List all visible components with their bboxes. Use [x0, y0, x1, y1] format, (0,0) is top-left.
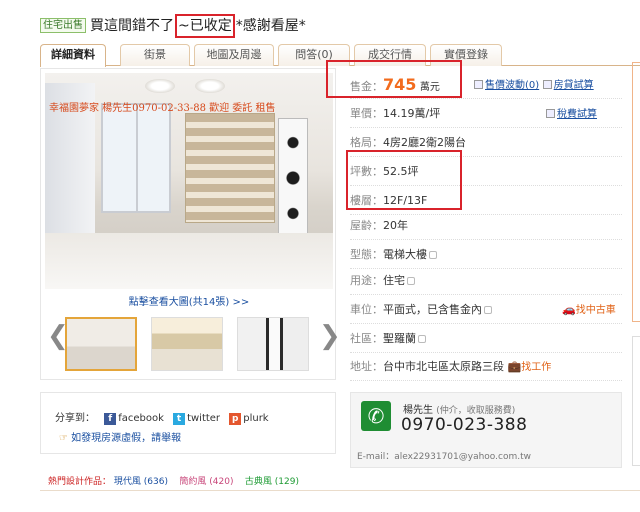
view-large-photos-link[interactable]: 點擊查看大圖(共14張) >> — [41, 293, 337, 308]
tab-map[interactable]: 地圖及周邊 — [194, 44, 274, 66]
main-photo[interactable]: 幸福園夢家 楊先生0970-02-33-88 歡迎 委託 租售 — [45, 73, 333, 289]
plurk-icon: p — [229, 413, 242, 425]
phone-icon: ✆ — [361, 401, 391, 431]
hot-designs-label: 熱門設計作品： — [48, 477, 112, 487]
hot-design-link[interactable]: 簡約風 (420) — [179, 477, 233, 487]
photo-screen — [278, 118, 308, 238]
share-panel: 分享到： f facebook t twitter p plurk ☞ 如發現房源虛假… — [40, 392, 336, 454]
price-highlight-box — [326, 60, 462, 98]
agent-phone[interactable]: 0970-023-388 — [401, 415, 527, 435]
usage-value: 住宅 — [383, 274, 405, 287]
layout-label: 格局： — [350, 136, 383, 149]
usage-label: 用途： — [350, 274, 383, 287]
listing-type-badge: 住宅出售 — [40, 18, 86, 33]
parking-label: 車位： — [350, 303, 383, 316]
unit-price-label: 單價： — [350, 107, 383, 120]
hot-design-link[interactable]: 現代風 (636) — [114, 477, 168, 487]
area-floor-highlight-box — [346, 150, 462, 210]
calculator-icon — [546, 109, 555, 118]
help-icon[interactable] — [429, 251, 437, 259]
report-link-label: 如發現房源虛假，請舉報 — [71, 433, 182, 444]
photo-panel: 幸福園夢家 楊先生0970-02-33-88 歡迎 委託 租售 點擊查看大圖(共… — [40, 68, 341, 380]
tab-street-view[interactable]: 街景 — [120, 44, 190, 66]
share-plurk-link[interactable]: plurk — [243, 413, 268, 424]
type-value: 電梯大樓 — [383, 248, 427, 261]
layout-value: 4房2廳2衛2陽台 — [383, 136, 466, 149]
next-arrow-icon[interactable]: ❯ — [319, 321, 341, 351]
briefcase-icon: 💼 — [507, 360, 522, 373]
thumbnail[interactable] — [65, 317, 137, 371]
price-history-link[interactable]: 售價波動(0) — [485, 80, 539, 91]
help-icon[interactable] — [418, 335, 426, 343]
age-label: 屋齡： — [350, 219, 383, 232]
hot-designs: 熱門設計作品： 現代風 (636) 簡約風 (420) 古典風 (129) — [48, 474, 299, 487]
type-label: 型態： — [350, 248, 383, 261]
address-value: 台中市北屯區太原路三段 — [383, 360, 504, 373]
twitter-icon: t — [173, 413, 186, 425]
photo-watermark: 幸福園夢家 楊先生0970-02-33-88 歡迎 委託 租售 — [49, 103, 276, 114]
age-value: 20年 — [383, 219, 408, 232]
contact-panel: ✆ 楊先生 (仲介，收取服務費) 0970-023-388 E-mail：ale… — [350, 392, 622, 468]
share-twitter-link[interactable]: twitter — [187, 413, 220, 424]
divider — [40, 490, 640, 491]
mortgage-calc-link[interactable]: 房貸試算 — [554, 80, 594, 91]
help-icon[interactable] — [407, 277, 415, 285]
parking-row: 車位：平面式，已含售金內 🚗找中古車 — [350, 295, 622, 324]
address-row: 地址：台中市北屯區太原路三段 💼找工作 — [350, 352, 622, 381]
thumbnail[interactable] — [151, 317, 223, 371]
parking-value: 平面式，已含售金內 — [383, 303, 482, 316]
photo-window — [101, 103, 171, 213]
unit-price-row: 單價：14.19萬/坪 稅費試算 — [350, 99, 622, 128]
tax-calc-link[interactable]: 稅費試算 — [557, 109, 597, 120]
address-label: 地址： — [350, 360, 383, 373]
find-used-car-link[interactable]: 找中古車 — [576, 305, 616, 316]
usage-row: 用途：住宅 — [350, 266, 622, 295]
chart-icon — [474, 80, 483, 89]
title-part-1: 買這間錯不了 — [90, 18, 174, 34]
find-job-link[interactable]: 找工作 — [521, 362, 551, 373]
share-label: 分享到： — [55, 413, 95, 424]
type-row: 型態：電梯大樓 — [350, 240, 622, 269]
community-label: 社區： — [350, 332, 383, 345]
community-value: 聖羅蘭 — [383, 332, 416, 345]
hot-design-link[interactable]: 古典風 (129) — [245, 477, 299, 487]
title-part-2: *感謝看屋* — [235, 18, 306, 34]
agent-name: 楊先生 (仲介，收取服務費) — [403, 401, 515, 416]
car-icon: 🚗 — [562, 303, 576, 316]
ceiling-light — [145, 79, 175, 93]
side-panel-edge — [632, 336, 640, 466]
side-panel-edge — [632, 62, 640, 322]
report-fake-listing[interactable]: ☞ 如發現房源虛假，請舉報 — [59, 429, 181, 444]
community-row: 社區：聖羅蘭 — [350, 324, 622, 353]
email-value[interactable]: alex22931701@yahoo.com.tw — [394, 452, 531, 462]
agent-email: E-mail：alex22931701@yahoo.com.tw — [357, 449, 531, 462]
age-row: 屋齡：20年 — [350, 211, 622, 240]
photo-floor — [45, 233, 333, 289]
share-facebook-link[interactable]: facebook — [118, 413, 164, 424]
tab-details[interactable]: 詳細資料 — [40, 44, 106, 67]
facebook-icon: f — [104, 413, 117, 425]
help-icon[interactable] — [484, 306, 492, 314]
page-title: 買這間錯不了 ~已收定 *感謝看屋* — [90, 14, 306, 38]
share-row: 分享到： f facebook t twitter p plurk — [55, 409, 269, 425]
calculator-icon — [542, 80, 552, 89]
unit-price-value: 14.19萬/坪 — [383, 107, 441, 120]
thumbnail[interactable] — [237, 317, 309, 371]
photo-feature-wall — [185, 113, 275, 223]
hand-icon: ☞ — [59, 433, 68, 444]
ceiling-light — [195, 79, 225, 93]
title-highlight: ~已收定 — [175, 14, 235, 38]
email-label: E-mail： — [357, 452, 395, 462]
